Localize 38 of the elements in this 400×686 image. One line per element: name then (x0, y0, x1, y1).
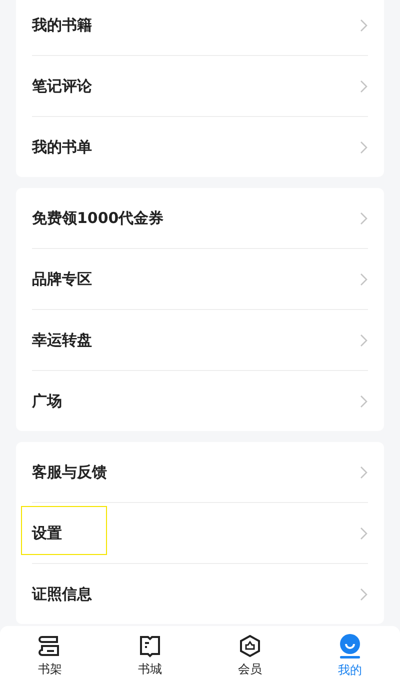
menu-label: 我的书单 (32, 136, 92, 158)
menu-item[interactable]: 品牌专区 (32, 249, 368, 309)
menu-label: 我的书籍 (32, 14, 92, 36)
menu-item[interactable]: 免费领1000代金券 (32, 188, 368, 248)
smile-icon (338, 633, 362, 659)
menu-item[interactable]: 证照信息 (32, 564, 368, 624)
menu-item[interactable]: 设置 (32, 503, 368, 563)
chevron-right-icon (360, 140, 368, 154)
tab[interactable]: 书架 (0, 626, 100, 686)
menu-label: 设置 (32, 522, 62, 544)
chevron-right-icon (360, 466, 368, 478)
menu-label: 广场 (32, 390, 62, 412)
menu-item[interactable]: 我的书单 (32, 117, 368, 177)
tab[interactable]: 会员 (200, 626, 300, 686)
menu-label: 幸运转盘 (32, 330, 92, 351)
chevron-right-icon (360, 526, 368, 540)
books-icon (38, 634, 62, 658)
menu-label: 品牌专区 (32, 268, 92, 290)
hexagon-icon (238, 634, 262, 658)
menu-item[interactable]: 我的书籍 (32, 0, 368, 55)
tab[interactable]: 书城 (100, 626, 200, 686)
chevron-right-icon (360, 272, 368, 286)
chevron-right-icon (360, 588, 368, 600)
chevron-right-icon (360, 80, 368, 92)
menu-label: 客服与反馈 (32, 462, 107, 483)
chevron-right-icon (360, 18, 368, 32)
menu-label: 证照信息 (32, 584, 92, 605)
menu-item[interactable]: 笔记评论 (32, 56, 368, 116)
book-icon (138, 634, 162, 658)
menu-item[interactable]: 广场 (32, 371, 368, 431)
chevron-right-icon (360, 212, 368, 224)
tab[interactable]: 我的 (300, 626, 400, 686)
chevron-right-icon (360, 334, 368, 346)
menu-item[interactable]: 幸运转盘 (32, 310, 368, 370)
menu-label: 笔记评论 (32, 76, 92, 97)
menu-item[interactable]: 客服与反馈 (32, 442, 368, 502)
chevron-right-icon (360, 394, 368, 408)
menu-label: 免费领1000代金券 (32, 208, 164, 229)
